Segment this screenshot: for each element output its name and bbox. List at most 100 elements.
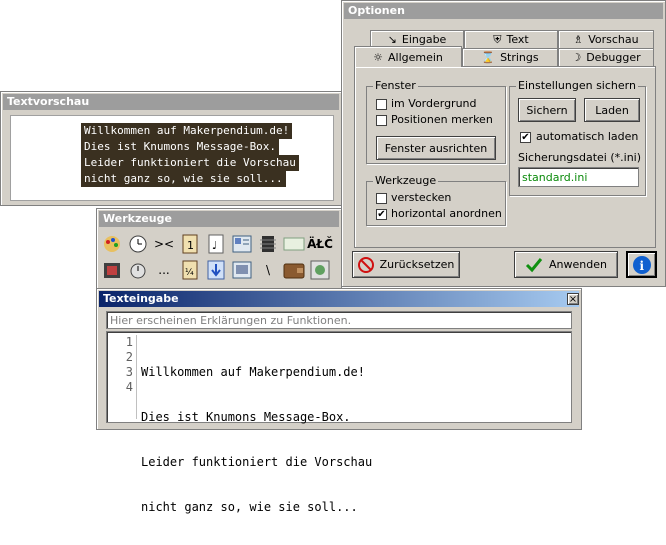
music-note-icon[interactable]: ♩ [205,233,227,255]
tab-allgemein[interactable]: ☼ Allgemein [354,46,462,67]
sun-icon: ☼ [373,50,383,64]
palette-icon[interactable] [101,233,123,255]
positionen-merken-checkbox[interactable] [376,115,387,126]
tab-text[interactable]: ⛨ Text [464,30,558,48]
preview-line: Willkommen auf Makerpendium.de! [81,123,293,139]
tab-panel: Fenster im Vordergrund Positionen merken… [354,66,656,248]
auto-laden-label: automatisch laden [536,130,639,143]
auto-laden-checkbox[interactable]: ✔ [520,132,531,143]
editor-text[interactable]: Willkommen auf Makerpendium.de! Dies ist… [141,335,372,545]
horizontal-label: horizontal anordnen [391,207,502,220]
preview-text: Willkommen auf Makerpendium.de! Dies ist… [81,123,299,187]
backslash-button[interactable]: \ [257,259,279,281]
verstecken-checkbox[interactable] [376,193,387,204]
button-label: Fenster ausrichten [384,141,488,155]
close-icon: × [568,293,578,305]
tab-label: Strings [500,51,539,64]
ellipsis-button[interactable]: ... [153,259,175,281]
optionen-window: Optionen ↘ Eingabe ⛨ Text ♗ Vorschau ☼ Allge… [341,0,666,287]
tab-vorschau[interactable]: ♗ Vorschau [558,30,654,48]
textvorschau-title[interactable]: Textvorschau [3,94,339,110]
cursor-icon: ↘ [387,33,397,46]
charset-button[interactable]: ÄŁČ [307,233,333,255]
tab-label: Vorschau [588,33,639,46]
werkzeuge-window: Werkzeuge >< 1 ♩ ÄŁČ ... ¼ \ [96,208,342,290]
download-arrow-icon[interactable] [205,259,227,281]
page-half-icon[interactable]: ¼ [179,259,201,281]
info-icon: i [632,255,651,274]
fenster-group-label: Fenster [373,79,418,92]
line-number: 1 [125,335,133,349]
sicherungsdatei-input[interactable]: standard.ini [518,167,639,187]
im-vordergrund-label: im Vordergrund [391,97,477,110]
laden-button[interactable]: Laden [584,98,640,122]
tab-strings[interactable]: ⌛ Strings [462,48,558,66]
editor-line: Dies ist Knumons Message-Box. [141,410,351,424]
fenster-group: Fenster im Vordergrund Positionen merken… [366,79,506,164]
verstecken-label: verstecken [391,191,452,204]
sicherungsdatei-label: Sicherungsdatei (*.ini) [518,151,642,164]
sicherungsdatei-value: standard.ini [522,171,588,184]
fenster-ausrichten-button[interactable]: Fenster ausrichten [376,136,496,160]
preview-line: nicht ganz so, wie sie soll... [81,171,286,187]
tab-debugger[interactable]: ☽ Debugger [558,48,654,66]
checkmark-icon [525,257,543,272]
line-number: 3 [125,365,133,379]
zuruecksetzen-button[interactable]: Zurücksetzen [352,251,460,278]
close-button[interactable]: × [567,293,579,305]
shield-icon: ⛨ [493,32,502,46]
einstellungen-group-label: Einstellungen sichern [516,79,638,92]
clock-page-icon[interactable] [127,259,149,281]
button-label: Laden [595,103,629,117]
einstellungen-group: Einstellungen sichern Sichern Laden ✔ au… [509,79,646,196]
tab-label: Eingabe [401,33,447,46]
werkzeuge-group-label: Werkzeuge [373,174,439,187]
image-icon[interactable] [231,259,253,281]
optionen-title[interactable]: Optionen [344,3,663,19]
textvorschau-window: Textvorschau Willkommen auf Makerpendium… [0,91,342,206]
svg-text:♩: ♩ [212,239,217,252]
tab-label: Debugger [586,51,641,64]
hint-field: Hier erscheinen Erklärungen zu Funktione… [106,311,572,329]
info-button[interactable]: i [626,251,657,278]
editor-line: Leider funktioniert die Vorschau [141,455,373,469]
clock-icon[interactable] [127,233,149,255]
positionen-merken-label: Positionen merken [391,113,493,126]
tab-label: Allgemein [387,50,443,64]
swap-text-button[interactable]: >< [153,233,175,255]
hourglass-icon: ⌛ [481,51,496,64]
texteingabe-title-text: Texteingabe [103,292,179,305]
editor-line: Willkommen auf Makerpendium.de! [141,365,365,379]
button-label: Sichern [526,103,568,117]
im-vordergrund-checkbox[interactable] [376,99,387,110]
svg-text:1: 1 [187,239,194,252]
wallet-icon[interactable] [283,259,305,281]
code-editor[interactable]: 1 2 3 4 Willkommen auf Makerpendium.de! … [106,331,572,514]
texteingabe-title[interactable]: Texteingabe [99,291,579,307]
werkzeuge-group: Werkzeuge verstecken ✔ horizontal anordn… [366,174,506,226]
sichern-button[interactable]: Sichern [518,98,576,122]
blank-icon[interactable] [283,233,305,255]
moon-icon: ☽ [571,51,582,64]
chip-icon[interactable] [257,233,279,255]
button-label: Anwenden [549,258,607,271]
chess-icon: ♗ [573,33,584,46]
anwenden-button[interactable]: Anwenden [514,251,618,278]
hint-text: Hier erscheinen Erklärungen zu Funktione… [110,314,352,327]
line-number: 2 [125,350,133,364]
line-numbers: 1 2 3 4 [109,335,137,419]
button-label: Zurücksetzen [379,258,455,271]
preview-line: Dies ist Knumons Message-Box. [81,139,280,155]
film-icon[interactable] [101,259,123,281]
editor-line: nicht ganz so, wie sie soll... [141,500,358,514]
dial-icon[interactable] [309,259,331,281]
line-number: 4 [125,380,133,394]
werkzeuge-title[interactable]: Werkzeuge [99,211,339,227]
svg-text:¼: ¼ [185,268,194,278]
picture-icon[interactable] [231,233,253,255]
tab-label: Text [506,33,529,46]
page-1-icon[interactable]: 1 [179,233,201,255]
svg-text:i: i [639,259,644,273]
texteingabe-window: Texteingabe × Hier erscheinen Erklärunge… [96,288,582,514]
horizontal-checkbox[interactable]: ✔ [376,209,387,220]
